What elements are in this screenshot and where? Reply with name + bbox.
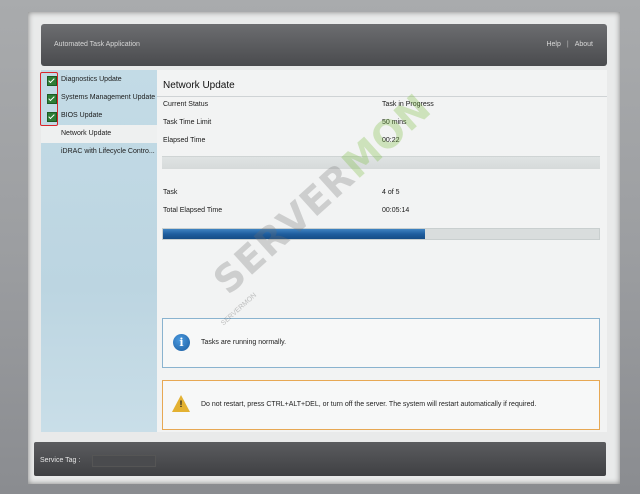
divider	[157, 96, 607, 97]
sidebar-item-label: Network Update	[61, 130, 112, 137]
help-link[interactable]: Help	[546, 41, 560, 48]
header-links: Help | About	[546, 41, 593, 48]
row-label: Current Status	[163, 101, 209, 108]
sidebar-item-bios-update[interactable]: BIOS Update	[41, 107, 157, 125]
row-label: Total Elapsed Time	[163, 207, 223, 214]
sidebar-item-diagnostics-update[interactable]: Diagnostics Update	[41, 71, 157, 89]
sidebar-item-systems-management-update[interactable]: Systems Management Update	[41, 89, 157, 107]
sidebar-item-idrac-lifecycle[interactable]: iDRAC with Lifecycle Contro...	[41, 143, 157, 161]
highlight-box	[40, 72, 58, 126]
row-label: Task	[163, 189, 178, 196]
progress-bar	[162, 228, 600, 240]
sidebar-item-label: BIOS Update	[61, 112, 103, 119]
page-title: Network Update	[163, 80, 235, 91]
warning-message: Do not restart, press CTRL+ALT+DEL, or t…	[201, 401, 537, 408]
info-message: Tasks are running normally.	[201, 339, 287, 346]
row-label: Elapsed Time	[163, 137, 206, 144]
sidebar-item-label: iDRAC with Lifecycle Contro...	[61, 148, 155, 155]
app-header: Automated Task Application Help | About	[41, 24, 607, 66]
app-title: Automated Task Application	[54, 41, 140, 48]
footer-bar: Service Tag :	[34, 442, 606, 476]
sidebar: Diagnostics Update Systems Management Up…	[41, 70, 157, 432]
warning-message-box: ! Do not restart, press CTRL+ALT+DEL, or…	[162, 380, 600, 430]
task-row: Total Elapsed Time 00:05:14	[163, 207, 603, 221]
info-message-box: i Tasks are running normally.	[162, 318, 600, 368]
service-tag-label: Service Tag :	[40, 457, 81, 464]
row-value: 4 of 5	[382, 189, 400, 196]
service-tag-value	[92, 455, 156, 467]
row-value: 00:05:14	[382, 207, 410, 214]
about-link[interactable]: About	[575, 41, 593, 48]
warning-icon-mark: !	[179, 399, 183, 409]
sidebar-item-label: Diagnostics Update	[61, 76, 122, 83]
task-row: Task 4 of 5	[163, 189, 603, 203]
sidebar-item-label: Systems Management Update	[61, 94, 156, 101]
row-label: Task Time Limit	[163, 119, 212, 126]
info-icon: i	[173, 334, 190, 351]
link-separator: |	[566, 41, 569, 48]
sidebar-item-network-update[interactable]: Network Update	[41, 125, 157, 143]
